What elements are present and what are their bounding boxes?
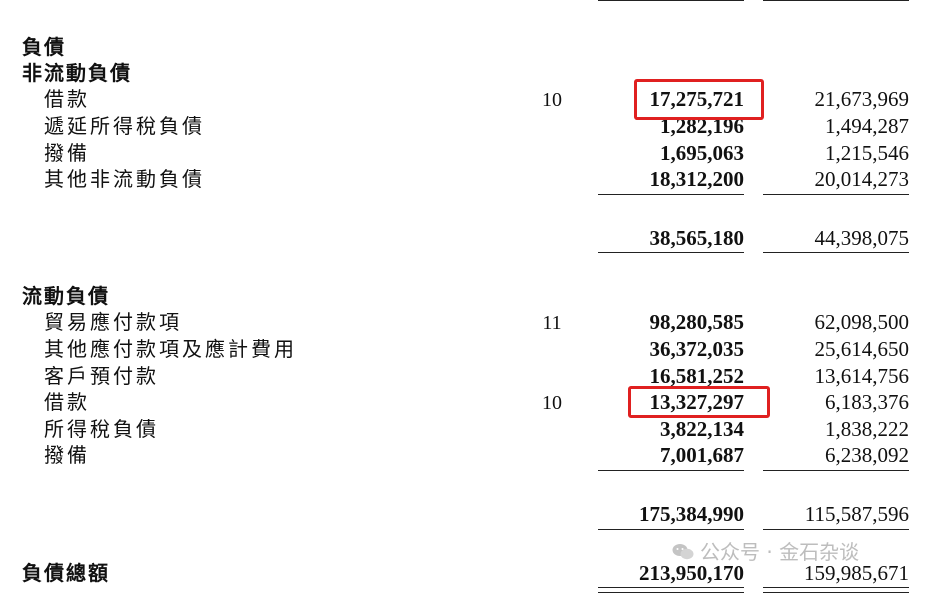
- top-rule-prior: [763, 0, 909, 1]
- row-current-value: 1,695,063: [660, 141, 744, 165]
- row-prior-value: 6,238,092: [825, 443, 909, 467]
- row-prior-value: 6,183,376: [825, 390, 909, 414]
- row-prior-value: 1,494,287: [825, 114, 909, 138]
- subtotal-underline-prior: [763, 529, 909, 530]
- subtotal-rule-current: [598, 194, 744, 195]
- total-double-underline-prior: [763, 587, 909, 593]
- total-liabilities-label: 負債總額: [22, 561, 110, 585]
- subtotal-underline-prior: [763, 252, 909, 253]
- non-current-subtotal-current: 38,565,180: [649, 226, 745, 250]
- total-double-underline-current: [598, 587, 744, 593]
- row-label: 其他非流動負債: [44, 167, 205, 191]
- row-label: 所得稅負債: [44, 417, 159, 441]
- top-rule-current: [598, 0, 744, 1]
- watermark: 公众号 · 金石杂谈: [672, 542, 859, 562]
- row-current-value: 7,001,687: [660, 443, 744, 467]
- non-current-liabilities-heading: 非流動負債: [22, 61, 132, 85]
- row-label: 客戶預付款: [44, 364, 159, 388]
- row-current-value: 3,822,134: [660, 417, 744, 441]
- row-prior-value: 13,614,756: [814, 364, 910, 388]
- row-label: 其他應付款項及應計費用: [44, 337, 297, 361]
- highlight-box-current-borrowings: [628, 386, 770, 418]
- row-current-value: 98,280,585: [649, 310, 745, 334]
- current-subtotal-current: 175,384,990: [639, 502, 744, 526]
- subtotal-rule-prior: [763, 470, 909, 471]
- row-prior-value: 21,673,969: [814, 87, 910, 111]
- row-current-value: 36,372,035: [649, 337, 745, 361]
- current-liabilities-heading: 流動負債: [22, 284, 110, 308]
- watermark-text: 公众号 · 金石杂谈: [700, 540, 860, 564]
- row-label: 借款: [44, 390, 90, 414]
- subtotal-rule-current: [598, 470, 744, 471]
- liabilities-heading: 負債: [22, 35, 66, 59]
- total-liabilities-prior: 159,985,671: [804, 561, 909, 585]
- row-prior-value: 1,215,546: [825, 141, 909, 165]
- subtotal-rule-prior: [763, 194, 909, 195]
- row-note: 10: [542, 89, 562, 111]
- row-label: 借款: [44, 87, 90, 111]
- row-prior-value: 25,614,650: [814, 337, 910, 361]
- row-prior-value: 20,014,273: [814, 167, 910, 191]
- row-label: 貿易應付款項: [44, 310, 182, 334]
- subtotal-underline-current: [598, 529, 744, 530]
- row-note: 11: [542, 312, 562, 334]
- row-label: 遞延所得稅負債: [44, 114, 205, 138]
- wechat-icon: [672, 544, 694, 560]
- total-liabilities-current: 213,950,170: [639, 561, 744, 585]
- row-prior-value: 1,838,222: [825, 417, 909, 441]
- row-prior-value: 62,098,500: [814, 310, 910, 334]
- current-subtotal-prior: 115,587,596: [804, 502, 909, 526]
- row-label: 撥備: [44, 443, 90, 467]
- row-current-value: 16,581,252: [649, 364, 745, 388]
- row-label: 撥備: [44, 141, 90, 165]
- row-note: 10: [542, 392, 562, 414]
- non-current-subtotal-prior: 44,398,075: [814, 226, 910, 250]
- row-current-value: 18,312,200: [649, 167, 745, 191]
- subtotal-underline-current: [598, 252, 744, 253]
- highlight-box-non-current-borrowings: [634, 79, 764, 120]
